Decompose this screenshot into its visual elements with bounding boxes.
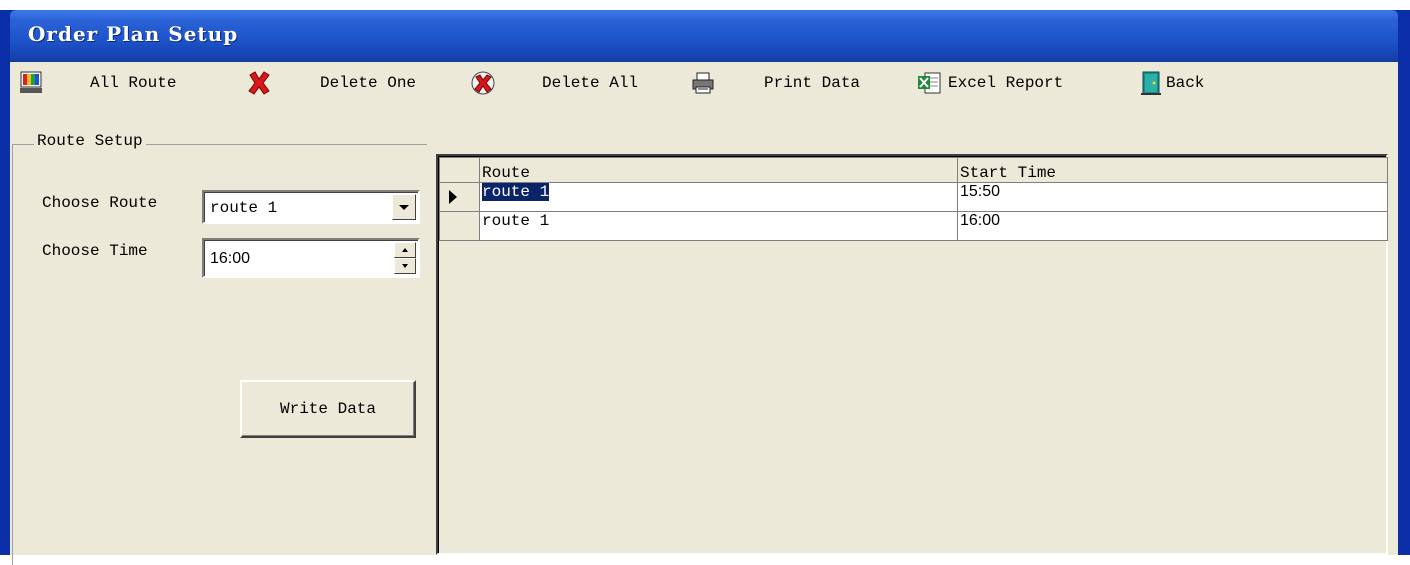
printer-icon [690, 70, 716, 96]
cell-route[interactable]: route 1 [479, 182, 958, 212]
all-route-label: All Route [90, 74, 177, 92]
excel-report-button[interactable]: Excel Report [916, 68, 1063, 98]
all-route-icon [18, 70, 44, 96]
current-row-arrow-icon [449, 190, 457, 204]
grid-header-row: Route Start Time [439, 157, 1388, 183]
exit-door-icon [1138, 70, 1164, 96]
red-x-icon [246, 70, 272, 96]
delete-one-button[interactable]: Delete One [246, 68, 416, 98]
column-header-route[interactable]: Route [479, 157, 958, 183]
client-area: All Route Delete One Delete All Print Da… [10, 62, 1398, 565]
all-route-button[interactable]: All Route [18, 68, 176, 98]
app-window: Order Plan Setup All Route Delete One De… [0, 10, 1410, 565]
delete-one-label: Delete One [320, 74, 417, 92]
title-bar[interactable]: Order Plan Setup [10, 10, 1398, 62]
choose-route-label: Choose Route [42, 194, 158, 212]
print-data-label: Print Data [764, 74, 861, 92]
selected-cell-text: route 1 [482, 183, 550, 201]
choose-route-combo[interactable]: route 1 [202, 190, 420, 224]
order-plan-grid[interactable]: Route Start Time route 1 15:50 route 1 1… [436, 154, 1388, 555]
cell-start-time[interactable]: 16:00 [957, 211, 1388, 241]
column-header-start-time[interactable]: Start Time [957, 157, 1388, 183]
delete-all-label: Delete All [542, 74, 639, 92]
spin-up-button[interactable] [394, 242, 416, 258]
table-row[interactable]: route 1 16:00 [439, 211, 1388, 241]
back-label: Back [1166, 74, 1205, 92]
write-data-button[interactable]: Write Data [240, 380, 416, 438]
excel-report-label: Excel Report [948, 74, 1064, 92]
grid-table: Route Start Time route 1 15:50 route 1 1… [439, 157, 1388, 241]
row-indicator[interactable] [439, 211, 480, 241]
delete-all-button[interactable]: Delete All [470, 68, 638, 98]
choose-route-value: route 1 [210, 199, 278, 217]
arrow-up-icon [402, 248, 408, 252]
choose-time-value: 16:00 [210, 250, 251, 267]
row-indicator-header [439, 157, 480, 183]
cell-route[interactable]: route 1 [479, 211, 958, 241]
choose-time-spinner[interactable]: 16:00 [202, 238, 420, 278]
grid-body: Route Start Time route 1 15:50 route 1 1… [438, 156, 1388, 553]
arrow-down-icon [402, 264, 408, 268]
toolbar: All Route Delete One Delete All Print Da… [10, 62, 1398, 104]
row-indicator[interactable] [439, 182, 480, 212]
choose-time-label: Choose Time [42, 242, 148, 260]
back-button[interactable]: Back [1138, 68, 1204, 98]
excel-icon [916, 70, 942, 96]
cell-start-time[interactable]: 15:50 [957, 182, 1388, 212]
dropdown-button[interactable] [392, 194, 416, 220]
delete-all-icon [470, 70, 496, 96]
table-row[interactable]: route 1 15:50 [439, 182, 1388, 212]
chevron-down-icon [399, 205, 409, 210]
print-data-button[interactable]: Print Data [690, 68, 860, 98]
window-title: Order Plan Setup [28, 22, 239, 46]
spin-down-button[interactable] [394, 258, 416, 274]
route-setup-title: Route Setup [34, 132, 146, 150]
